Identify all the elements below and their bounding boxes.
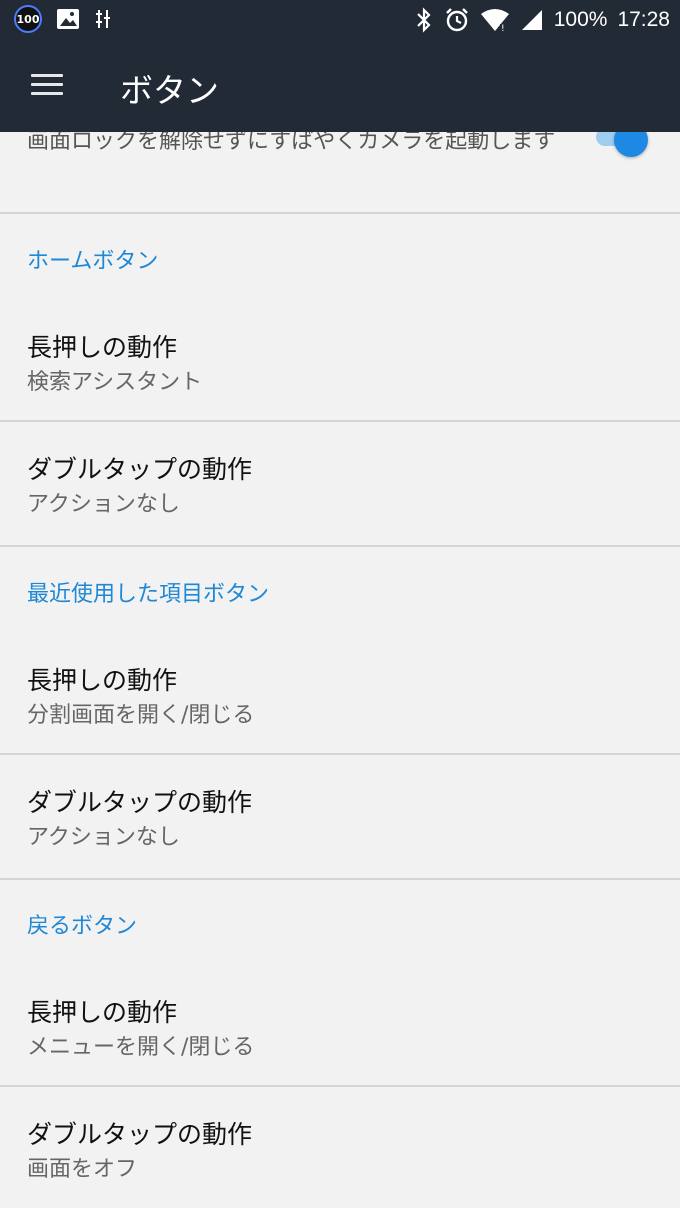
settings-list: 画面ロックを解除せずにすばやくカメラを起動します ホームボタン 長押しの動作 検… <box>0 132 680 1208</box>
divider <box>0 878 680 880</box>
item-title: 長押しの動作 <box>27 998 178 1027</box>
alarm-icon <box>445 8 468 32</box>
app-bar: ボタン <box>0 40 680 132</box>
item-title: ダブルタップの動作 <box>27 1120 253 1149</box>
status-bar-notifications: 100 <box>14 5 112 33</box>
camera-shortcut-setting[interactable]: 画面ロックを解除せずにすばやくカメラを起動します <box>0 132 680 212</box>
section-header-recents-button: 最近使用した項目ボタン <box>27 582 270 607</box>
item-title: ダブルタップの動作 <box>27 788 253 817</box>
section-header-back-button: 戻るボタン <box>27 914 138 939</box>
status-bar-system: ! 100% 17:28 <box>414 0 670 40</box>
camera-shortcut-toggle[interactable] <box>614 132 648 157</box>
camera-shortcut-description: 画面ロックを解除せずにすばやくカメラを起動します <box>27 132 556 154</box>
image-icon <box>57 9 79 29</box>
clock: 17:28 <box>617 8 670 31</box>
usb-debug-icon <box>96 10 110 28</box>
page-title: ボタン <box>120 71 219 110</box>
section-header-home-button: ホームボタン <box>27 249 159 274</box>
home-double-tap-item[interactable]: ダブルタップの動作 アクションなし <box>0 422 680 546</box>
back-long-press-item[interactable]: 長押しの動作 メニューを開く/閉じる <box>0 969 680 1085</box>
item-title: 長押しの動作 <box>27 666 178 695</box>
back-double-tap-item[interactable]: ダブルタップの動作 画面をオフ <box>0 1087 680 1208</box>
item-title: 長押しの動作 <box>27 333 178 362</box>
home-long-press-item[interactable]: 長押しの動作 検索アシスタント <box>0 304 680 420</box>
app-badge-icon: 100 <box>14 5 42 33</box>
divider <box>0 212 680 214</box>
item-value: 画面をオフ <box>27 1157 138 1182</box>
battery-percent: 100% <box>553 8 608 31</box>
recents-long-press-item[interactable]: 長押しの動作 分割画面を開く/閉じる <box>0 637 680 753</box>
menu-icon[interactable] <box>31 74 63 96</box>
cell-signal-icon <box>521 10 542 30</box>
item-value: 分割画面を開く/閉じる <box>27 703 255 728</box>
recents-double-tap-item[interactable]: ダブルタップの動作 アクションなし <box>0 755 680 879</box>
item-value: アクションなし <box>27 825 180 850</box>
svg-text:!: ! <box>501 24 505 32</box>
status-bar: 100 ! 100% 17:28 <box>0 0 680 40</box>
item-value: 検索アシスタント <box>27 370 203 395</box>
item-value: アクションなし <box>27 492 180 517</box>
bluetooth-icon <box>416 7 431 33</box>
item-value: メニューを開く/閉じる <box>27 1035 255 1060</box>
divider <box>0 545 680 547</box>
wifi-icon: ! <box>480 9 509 32</box>
item-title: ダブルタップの動作 <box>27 455 253 484</box>
